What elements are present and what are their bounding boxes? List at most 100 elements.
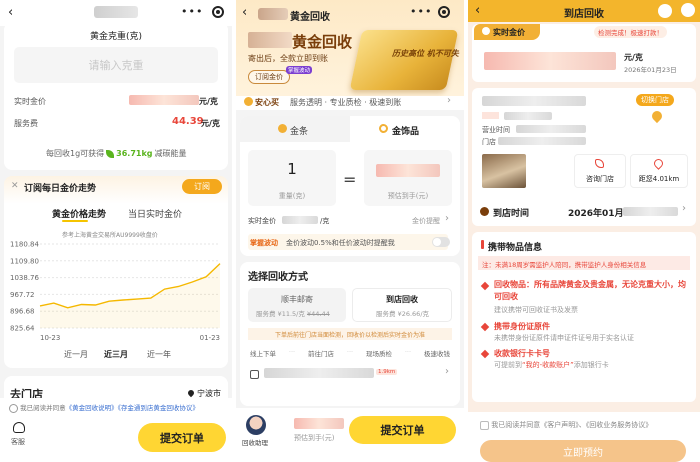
- service-fee-unit: 元/克: [201, 119, 220, 128]
- redacted-hours: [516, 125, 586, 133]
- more-icon[interactable]: •••: [410, 5, 432, 18]
- range-tab-1y[interactable]: 近一年: [147, 349, 171, 360]
- redacted-price: [282, 216, 318, 224]
- tab-trend[interactable]: 黄金价格走势: [52, 207, 106, 220]
- switch-store-button[interactable]: 切换门店: [636, 94, 674, 106]
- agreement-row: 我已阅读并同意《客户声明》、《回收业务服务协议》: [480, 420, 652, 430]
- gold-bar-image: [349, 30, 459, 90]
- store-distance-tag: 1.9km: [376, 369, 398, 375]
- subscribe-price-button[interactable]: 订阅金价: [248, 70, 290, 84]
- agree-prefix: 我已阅读并同意: [20, 404, 66, 412]
- more-icon[interactable]: •••: [181, 5, 203, 18]
- realtime-label: 实时金价: [493, 28, 525, 37]
- service-fee-value: 44.39: [172, 116, 204, 127]
- store-fee-row: 服务费 ¥26.66/克: [376, 308, 429, 318]
- chevron-right-icon[interactable]: ›: [445, 366, 449, 377]
- ring-icon: [379, 124, 388, 133]
- series-area: [40, 263, 220, 328]
- item3-sub-a: 可提前到: [494, 361, 522, 369]
- assistant-avatar[interactable]: [246, 415, 266, 435]
- price-date: 2026年01月23日: [624, 66, 677, 74]
- carry-notice: 注：未满18周岁需监护人陪同，携带监护人身份相关信息: [478, 256, 690, 270]
- service-label[interactable]: 客服: [11, 437, 25, 447]
- mail-title: 顺丰邮寄: [281, 295, 313, 304]
- book-now-button[interactable]: 立即预约: [480, 440, 686, 462]
- chevron-right-icon[interactable]: ›: [445, 213, 449, 224]
- assure-text: 服务透明 · 专业质检 · 极速到账: [290, 98, 402, 107]
- close-mini-icon[interactable]: [438, 6, 450, 18]
- range-tab-3m[interactable]: 近三月: [104, 349, 128, 360]
- back-icon[interactable]: ‹: [8, 5, 13, 20]
- clock-icon: [480, 207, 489, 216]
- redacted-title: [94, 6, 138, 18]
- equals-sign: =: [343, 170, 357, 189]
- realtime-price-label: 实时金价: [14, 97, 46, 106]
- y-tick-label: 1180.84: [10, 241, 39, 249]
- weight-label: 重量(克): [278, 192, 306, 200]
- redacted-store-name: [482, 96, 586, 106]
- estimate-label: 预估到手(元): [387, 192, 429, 200]
- submit-order-button[interactable]: 提交订单: [349, 416, 456, 444]
- item3-title: 收款银行卡卡号: [494, 349, 550, 358]
- submit-order-button[interactable]: 提交订单: [138, 423, 226, 452]
- hours-label: 营业时间: [482, 126, 510, 134]
- mascot-icon: [658, 4, 672, 18]
- redacted-title: [258, 8, 288, 20]
- item1-sub: 建议携带可回收证书及发票: [494, 306, 578, 314]
- redacted-store: [264, 368, 374, 378]
- redacted-price: [484, 52, 616, 70]
- chevron-right-icon[interactable]: ›: [447, 95, 451, 106]
- subscribe-title: 订阅每日金价走势: [24, 184, 97, 194]
- price-unit: 元/克: [199, 97, 218, 106]
- wave-text: 金价波动0.5%和任价波动时提醒我: [286, 239, 395, 247]
- agree-links[interactable]: 《客户声明》、《回收业务服务协议》: [540, 421, 652, 429]
- store-photo[interactable]: [482, 154, 526, 188]
- weight-value: 1: [287, 160, 297, 178]
- item3-link[interactable]: “我的-收款账户”: [522, 361, 574, 369]
- done-pill: 检测完成！极速打款！: [594, 26, 667, 38]
- mail-fee-row: 服务费 ¥11.5/克 ¥44.44: [256, 308, 330, 318]
- banner-title: 黄金回收: [292, 33, 353, 51]
- redacted-estimate: [376, 164, 440, 177]
- step-3: 现场质检: [365, 350, 392, 358]
- phone-icon: [595, 159, 604, 168]
- gold-bar-icon: [278, 124, 287, 133]
- distance-label: 距您4.01km: [638, 175, 680, 183]
- steps-row: 线上下单 ··· 前往门店 ··· 现场质检 ··· 极速收钱: [250, 348, 450, 358]
- range-tab-1m[interactable]: 近一月: [64, 349, 88, 360]
- assistant-label[interactable]: 回收助理: [242, 437, 268, 447]
- chevron-right-icon[interactable]: ›: [682, 203, 686, 214]
- badge-icon: [482, 27, 490, 35]
- time-value[interactable]: 2026年01月: [568, 206, 624, 219]
- close-icon[interactable]: ✕: [11, 181, 19, 191]
- carry-title: 携带物品信息: [488, 243, 543, 253]
- step-2: 前往门店: [307, 350, 334, 358]
- wave-toggle[interactable]: [432, 237, 450, 247]
- agree-prefix: 我已阅读并同意: [491, 421, 541, 429]
- tab-underline: [62, 220, 88, 222]
- x-tick-label: 01-23: [200, 334, 220, 342]
- back-icon[interactable]: ‹: [242, 5, 247, 20]
- close-mini-icon[interactable]: [212, 6, 224, 18]
- headset-icon[interactable]: [13, 422, 25, 433]
- title-marker: [481, 240, 484, 249]
- redacted-brand: [248, 32, 292, 48]
- agree-checkbox[interactable]: [9, 403, 18, 413]
- agree-links[interactable]: 《黄金回收说明》《存金通到店黄金回收协议》: [66, 404, 199, 412]
- agree-checkbox[interactable]: [480, 420, 489, 430]
- tab-realtime[interactable]: 当日实时金价: [128, 207, 182, 220]
- tab-jewelry[interactable]: 金饰品: [392, 124, 419, 137]
- price-alert-link[interactable]: 金价提醒: [412, 216, 440, 226]
- subscribe-button[interactable]: 订阅: [182, 179, 222, 194]
- addr-label: 门店: [482, 138, 496, 146]
- realtime-label: 实时金价: [248, 217, 276, 225]
- store-icon: [250, 370, 259, 379]
- wave-tag: 掌握波动: [286, 66, 313, 74]
- weight-input[interactable]: 请输入克重: [14, 47, 218, 83]
- step-4: 极速收钱: [423, 350, 450, 358]
- consult-label: 咨询门店: [586, 175, 614, 183]
- box-text: 历史高位 机不可失: [392, 49, 459, 58]
- tab-gold-bar[interactable]: 金条: [290, 124, 308, 137]
- leaf-icon: [106, 149, 115, 158]
- gold-recycle-panel: ‹ 黄金回收 ••• 黄金回收 寄出后，全款立即到账 订阅金价 掌握波动 历史高…: [236, 0, 464, 462]
